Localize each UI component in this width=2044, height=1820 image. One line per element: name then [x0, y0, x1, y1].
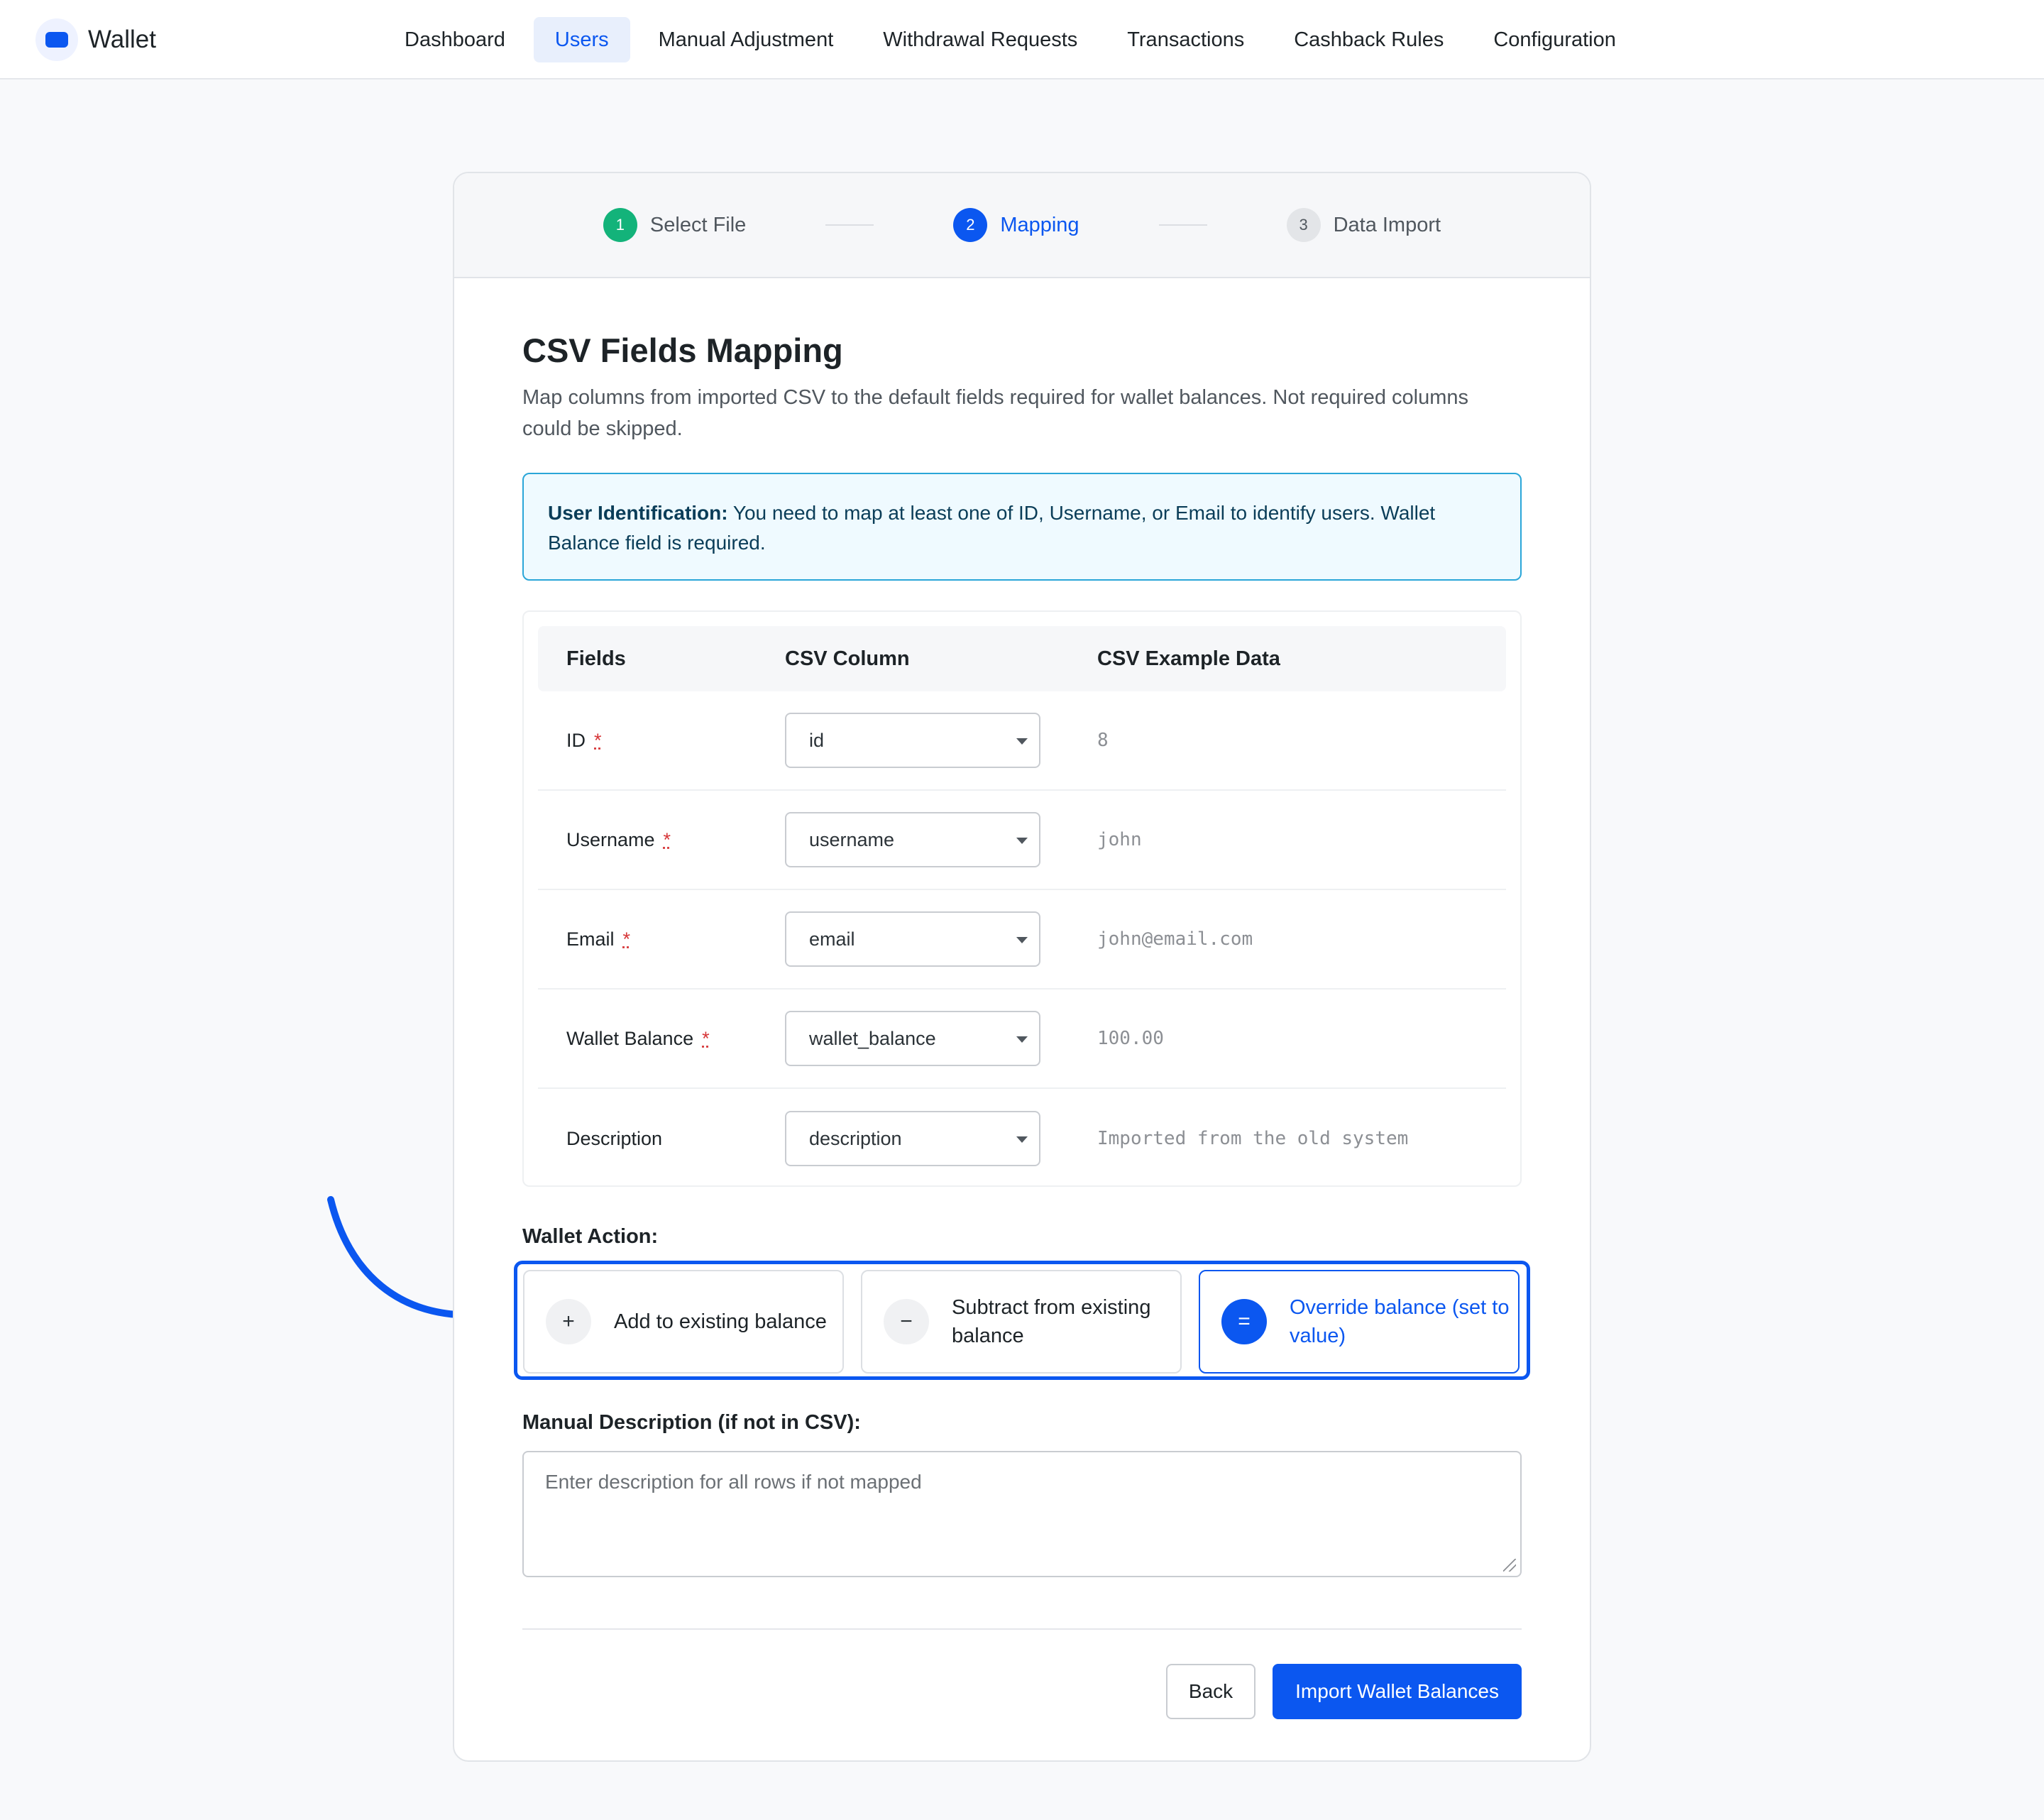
- nav-item-transactions[interactable]: Transactions: [1106, 17, 1265, 62]
- back-button[interactable]: Back: [1165, 1664, 1256, 1719]
- table-header: Fields CSV Column CSV Example Data: [538, 626, 1506, 691]
- chevron-down-icon: [1016, 1036, 1028, 1043]
- top-navigation-bar: Wallet Dashboard Users Manual Adjustment…: [0, 0, 2044, 80]
- action-label: Add to existing balance: [614, 1310, 827, 1333]
- page-title: CSV Fields Mapping: [522, 331, 843, 369]
- table-row: Wallet Balance * wallet_balance 100.00: [538, 990, 1506, 1089]
- field-label-wallet-balance: Wallet Balance: [566, 1027, 694, 1049]
- csv-column-select-wallet-balance[interactable]: wallet_balance: [785, 1011, 1040, 1066]
- field-mapping-table: Fields CSV Column CSV Example Data ID * i…: [522, 610, 1522, 1187]
- step-mapping: 2 Mapping: [953, 208, 1079, 242]
- table-row: ID * id 8: [538, 691, 1506, 791]
- manual-description-textarea[interactable]: Enter description for all rows if not ma…: [522, 1451, 1522, 1577]
- table-row: Email * email john@email.com: [538, 890, 1506, 990]
- equals-icon: =: [1221, 1299, 1267, 1344]
- example-data: 8: [1097, 730, 1109, 751]
- select-value: wallet_balance: [809, 1028, 936, 1049]
- step-number: 2: [953, 208, 988, 242]
- action-override-balance[interactable]: = Override balance (set to value): [1199, 1270, 1520, 1374]
- info-notice: User Identification: You need to map at …: [522, 473, 1522, 581]
- required-marker: *: [622, 928, 631, 950]
- select-value: description: [809, 1128, 902, 1149]
- nav-item-dashboard[interactable]: Dashboard: [383, 17, 527, 62]
- action-subtract-from-balance[interactable]: − Subtract from existing balance: [861, 1270, 1182, 1374]
- example-data: john: [1097, 829, 1142, 850]
- table-row: Username * username john: [538, 791, 1506, 890]
- wallet-action-label: Wallet Action:: [522, 1225, 659, 1248]
- chevron-down-icon: [1016, 838, 1028, 844]
- step-label: Mapping: [1000, 213, 1079, 236]
- step-label: Select File: [649, 213, 747, 236]
- action-add-to-balance[interactable]: + Add to existing balance: [523, 1270, 844, 1374]
- step-separator: [825, 224, 874, 226]
- field-label-email: Email: [566, 928, 615, 950]
- csv-column-select-id[interactable]: id: [785, 713, 1040, 768]
- notice-title: User Identification:: [548, 502, 728, 524]
- nav-item-users[interactable]: Users: [533, 17, 630, 62]
- step-data-import: 3 Data Import: [1286, 208, 1441, 242]
- divider: [522, 1628, 1522, 1630]
- field-label-description: Description: [566, 1127, 663, 1149]
- example-data: Imported from the old system: [1097, 1128, 1409, 1149]
- chevron-down-icon: [1016, 1136, 1028, 1143]
- step-number: 3: [1286, 208, 1321, 242]
- header-csv-example: CSV Example Data: [1097, 647, 1280, 670]
- brand[interactable]: Wallet: [35, 18, 156, 61]
- header-csv-column: CSV Column: [785, 647, 910, 670]
- textarea-placeholder: Enter description for all rows if not ma…: [545, 1471, 922, 1493]
- csv-column-select-email[interactable]: email: [785, 911, 1040, 967]
- import-wallet-balances-button[interactable]: Import Wallet Balances: [1273, 1664, 1522, 1719]
- nav-item-configuration[interactable]: Configuration: [1472, 17, 1637, 62]
- resize-handle-icon[interactable]: [1503, 1559, 1516, 1572]
- nav-item-withdrawal-requests[interactable]: Withdrawal Requests: [862, 17, 1099, 62]
- page-subtitle: Map columns from imported CSV to the def…: [522, 386, 1469, 440]
- csv-column-select-username[interactable]: username: [785, 812, 1040, 867]
- minus-icon: −: [884, 1299, 929, 1344]
- field-label-id: ID: [566, 729, 586, 751]
- required-marker: *: [594, 729, 602, 751]
- required-marker: *: [663, 828, 671, 850]
- nav-item-cashback-rules[interactable]: Cashback Rules: [1273, 17, 1465, 62]
- example-data: 100.00: [1097, 1028, 1164, 1049]
- import-wizard-card: 1 Select File 2 Mapping 3 Data Import CS…: [453, 172, 1591, 1762]
- chevron-down-icon: [1016, 738, 1028, 745]
- plus-icon: +: [546, 1299, 591, 1344]
- step-number: 1: [603, 208, 637, 242]
- field-label-username: Username: [566, 828, 655, 850]
- step-label: Data Import: [1333, 213, 1441, 236]
- wallet-action-group: + Add to existing balance − Subtract fro…: [514, 1261, 1530, 1380]
- brand-name: Wallet: [88, 26, 156, 53]
- step-select-file: 1 Select File: [603, 208, 746, 242]
- wallet-icon: [35, 18, 78, 61]
- manual-description-label: Manual Description (if not in CSV):: [522, 1411, 861, 1434]
- step-separator: [1158, 224, 1207, 226]
- wizard-steps: 1 Select File 2 Mapping 3 Data Import: [454, 173, 1590, 278]
- nav-item-manual-adjustment[interactable]: Manual Adjustment: [637, 17, 855, 62]
- csv-column-select-description[interactable]: description: [785, 1111, 1040, 1166]
- footer-actions: Back Import Wallet Balances: [522, 1664, 1522, 1719]
- select-value: username: [809, 829, 895, 850]
- select-value: id: [809, 730, 825, 751]
- main-nav: Dashboard Users Manual Adjustment Withdr…: [383, 17, 1644, 62]
- required-marker: *: [702, 1027, 710, 1049]
- example-data: john@email.com: [1097, 928, 1253, 950]
- mapping-content: CSV Fields Mapping Map columns from impo…: [514, 329, 1530, 1719]
- table-row: Description description Imported from th…: [538, 1089, 1506, 1188]
- action-label: Override balance (set to value): [1290, 1296, 1510, 1347]
- action-label: Subtract from existing balance: [952, 1296, 1151, 1347]
- select-value: email: [809, 928, 855, 950]
- header-fields: Fields: [566, 647, 626, 670]
- chevron-down-icon: [1016, 937, 1028, 943]
